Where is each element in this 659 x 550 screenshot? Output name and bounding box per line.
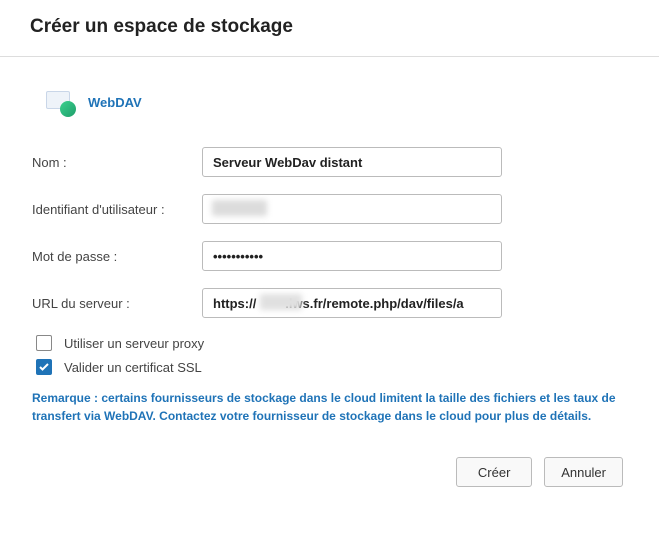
provider-label: WebDAV [88, 95, 142, 110]
row-name: Nom : [32, 147, 627, 177]
input-server-url[interactable] [202, 288, 502, 318]
label-ssl: Valider un certificat SSL [64, 360, 202, 375]
input-user-id[interactable] [202, 194, 502, 224]
row-password: Mot de passe : [32, 241, 627, 271]
input-password[interactable] [202, 241, 502, 271]
checkbox-ssl[interactable] [36, 359, 52, 375]
cancel-button[interactable]: Annuler [544, 457, 623, 487]
button-row: Créer Annuler [32, 457, 627, 487]
create-button[interactable]: Créer [456, 457, 532, 487]
input-name[interactable] [202, 147, 502, 177]
note-text: Remarque : certains fournisseurs de stoc… [32, 389, 627, 425]
row-ssl: Valider un certificat SSL [36, 359, 627, 375]
checkbox-proxy[interactable] [36, 335, 52, 351]
row-user-id: Identifiant d'utilisateur : [32, 194, 627, 224]
row-server-url: URL du serveur : [32, 288, 627, 318]
dialog-header: Créer un espace de stockage [0, 0, 659, 57]
label-password: Mot de passe : [32, 249, 202, 264]
provider-row: WebDAV [32, 87, 627, 117]
page-title: Créer un espace de stockage [30, 16, 629, 38]
label-name: Nom : [32, 155, 202, 170]
webdav-icon [46, 87, 76, 117]
label-server-url: URL du serveur : [32, 296, 202, 311]
dialog-content: WebDAV Nom : Identifiant d'utilisateur :… [0, 57, 659, 507]
label-user-id: Identifiant d'utilisateur : [32, 202, 202, 217]
label-proxy: Utiliser un serveur proxy [64, 336, 204, 351]
row-proxy: Utiliser un serveur proxy [36, 335, 627, 351]
